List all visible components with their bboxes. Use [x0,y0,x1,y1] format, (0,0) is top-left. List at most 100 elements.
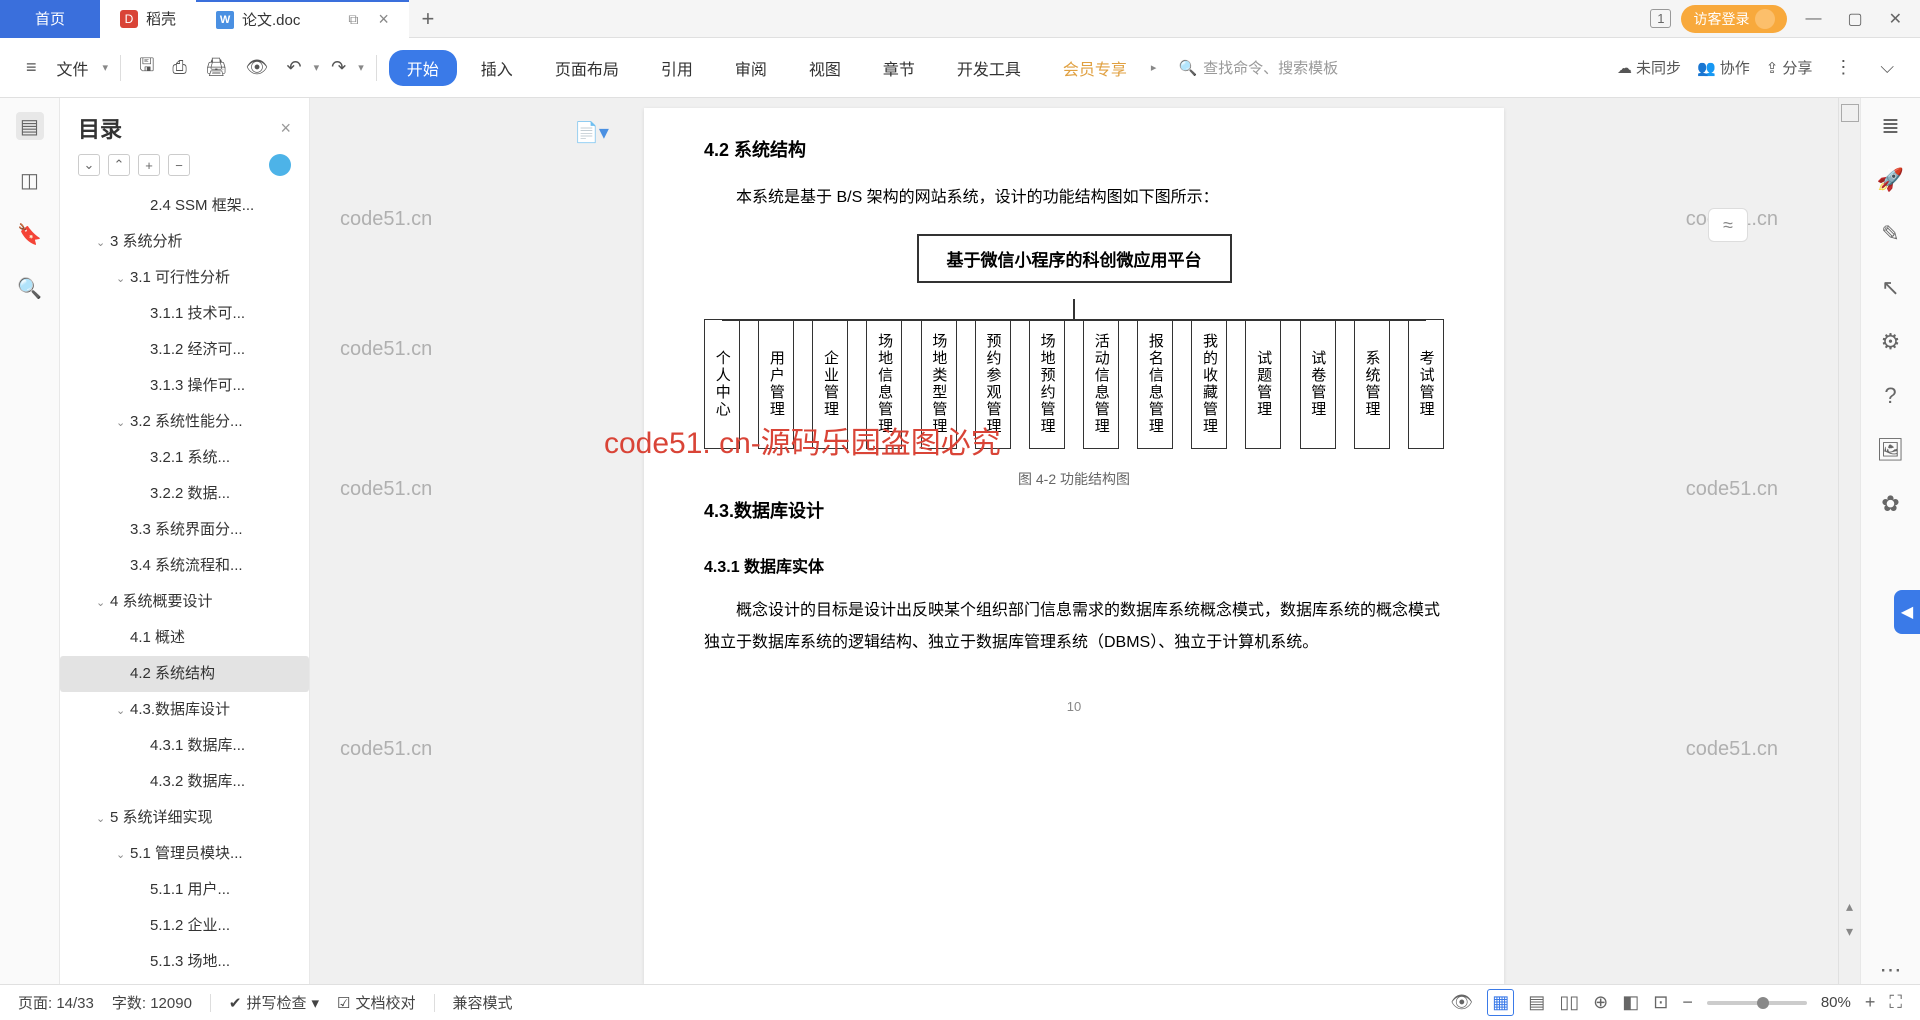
tab-layout[interactable]: 页面布局 [537,50,637,86]
proofread-button[interactable]: ☑ 文档校对 [337,992,415,1013]
ruler-toggle-icon[interactable] [1841,104,1859,122]
scroll-down-icon[interactable]: ▾ [1839,919,1860,944]
menu-icon[interactable]: ≡ [20,53,43,82]
view-outline-icon[interactable]: ▤ [1528,992,1545,1013]
toc-close-icon[interactable]: × [280,118,291,139]
document-canvas[interactable]: 📄▾ 4.2 系统结构 本系统是基于 B/S 架构的网站系统，设计的功能结构图如… [310,98,1838,984]
toc-item[interactable]: ⌄4 系统概要设计 [60,584,309,620]
gear-icon[interactable]: ✿ [1877,490,1905,518]
minimize-icon[interactable]: — [1797,10,1829,28]
toc-item[interactable]: 3.1.3 操作可... [60,368,309,404]
view-read-icon[interactable]: ▯▯ [1559,992,1579,1013]
scroll-up-icon[interactable]: ▴ [1839,894,1860,919]
nav-icon[interactable]: ◫ [16,166,44,194]
print-icon[interactable]: 🖨 [199,53,234,82]
share-button[interactable]: ⇪ 分享 [1766,57,1813,78]
toc-item[interactable]: ⌄5.1 管理员模块... [60,836,309,872]
page-marker-icon[interactable]: 📄▾ [574,120,609,145]
save-icon[interactable]: 🖫 [133,49,160,87]
maximize-icon[interactable]: ▢ [1839,9,1870,29]
tab-chapter[interactable]: 章节 [865,50,933,86]
redo-icon[interactable]: ↷ [325,53,352,82]
toc-item[interactable]: ⌄3.1 可行性分析 [60,260,309,296]
toc-item[interactable]: 3.3 系统界面分... [60,512,309,548]
ribbon-more-icon[interactable]: ▸ [1151,61,1157,74]
more-tools-icon[interactable]: ⋯ [1877,956,1905,984]
zoom-in-icon[interactable]: + [1865,992,1876,1013]
tab-devtools[interactable]: 开发工具 [939,50,1039,86]
settings-icon[interactable]: ⚙ [1877,328,1905,356]
toc-item[interactable]: 4.2 系统结构 [60,656,309,692]
toc-item[interactable]: 4.3.2 数据库... [60,764,309,800]
toc-item[interactable]: 3.2.1 系统... [60,440,309,476]
image-icon[interactable]: 🖼 [1877,436,1905,464]
zoom-level[interactable]: 80% [1821,994,1851,1011]
search-box[interactable]: 🔍 查找命令、搜索模板 [1178,57,1398,78]
toc-item[interactable]: 3.2.2 数据... [60,476,309,512]
toc-item[interactable]: 2.4 SSM 框架... [60,188,309,224]
zoom-out-icon[interactable]: − [1682,992,1693,1013]
toc-item[interactable]: 5.1.1 用户... [60,872,309,908]
scrollbar-vertical[interactable]: ▴ ▾ [1838,98,1860,984]
toc-item[interactable]: 3.1.1 技术可... [60,296,309,332]
toc-item[interactable]: ⌄4.3.数据库设计 [60,692,309,728]
help-icon[interactable]: ? [1877,382,1905,410]
float-toggle[interactable]: ≈ [1708,208,1748,242]
toc-item[interactable]: 5.1.3 场地... [60,944,309,980]
toc-expand-icon[interactable]: ⌃ [108,154,130,176]
tab-view[interactable]: 视图 [791,50,859,86]
tab-insert[interactable]: 插入 [463,50,531,86]
zoom-fit-icon[interactable]: ⊡ [1653,992,1668,1013]
word-count[interactable]: 字数: 12090 [112,992,192,1013]
export-icon[interactable]: ⎙ [166,53,192,82]
tab-doc[interactable]: W 论文.doc ⧉ × [196,0,409,38]
spellcheck-button[interactable]: ✔ 拼写检查 ▾ [229,992,319,1013]
toc-item[interactable]: ⌄3.2 系统性能分... [60,404,309,440]
tab-dk[interactable]: D 稻壳 [100,0,196,38]
sync-button[interactable]: ☁ 未同步 [1617,57,1681,78]
collab-button[interactable]: 👥 协作 [1697,57,1750,78]
outline-icon[interactable]: ▤ [16,112,44,140]
tab-start[interactable]: 开始 [389,50,457,86]
collapse-icon[interactable]: ⌵ [1874,53,1900,82]
toc-item[interactable]: 4.3.1 数据库... [60,728,309,764]
toc-item[interactable]: 5.1.2 企业... [60,908,309,944]
tab-review[interactable]: 审阅 [717,50,785,86]
view-web-icon[interactable]: ⊕ [1593,992,1608,1013]
close-icon[interactable]: × [378,9,389,30]
bookmark-icon[interactable]: 🔖 [16,220,44,248]
toc-refresh-icon[interactable] [269,154,291,176]
find-icon[interactable]: 🔍 [16,274,44,302]
login-button[interactable]: 访客登录 [1681,5,1787,33]
toc-item[interactable]: 3.1.2 经济可... [60,332,309,368]
page-indicator[interactable]: 页面: 14/33 [18,992,94,1013]
tab-add[interactable]: + [409,6,447,32]
tab-member[interactable]: 会员专享 [1045,50,1145,86]
side-tab[interactable]: ◀ [1894,590,1920,634]
format-icon[interactable]: ≣ [1877,112,1905,140]
zoom-slider[interactable] [1707,1001,1807,1005]
toc-item[interactable]: 4.1 概述 [60,620,309,656]
view-page-icon[interactable]: ▦ [1487,989,1514,1016]
toc-item[interactable]: ⌄5 系统详细实现 [60,800,309,836]
view-focus-icon[interactable]: ◧ [1622,992,1639,1013]
tab-home[interactable]: 首页 [0,0,100,38]
file-menu[interactable]: 文件 [57,56,89,80]
toc-add-icon[interactable]: + [138,154,160,176]
tab-reference[interactable]: 引用 [643,50,711,86]
compat-mode[interactable]: 兼容模式 [453,992,513,1013]
pointer-icon[interactable]: ↖ [1877,274,1905,302]
duplicate-icon[interactable]: ⧉ [348,11,358,28]
rocket-icon[interactable]: 🚀 [1877,166,1905,194]
preview-icon[interactable]: 👁 [240,53,275,82]
fullscreen-icon[interactable]: ⛶ [1889,992,1902,1013]
close-window-icon[interactable]: ✕ [1881,9,1910,29]
toc-collapse-icon[interactable]: ⌄ [78,154,100,176]
notif-badge[interactable]: 1 [1650,9,1671,28]
eye-icon[interactable]: 👁 [1450,992,1473,1013]
pen-icon[interactable]: ✎ [1877,220,1905,248]
toc-item[interactable]: 3.4 系统流程和... [60,548,309,584]
toc-item[interactable]: ⌄3 系统分析 [60,224,309,260]
file-dropdown-icon[interactable]: ▾ [103,61,109,74]
toc-item[interactable]: 5.1.4 试题... [60,980,309,984]
